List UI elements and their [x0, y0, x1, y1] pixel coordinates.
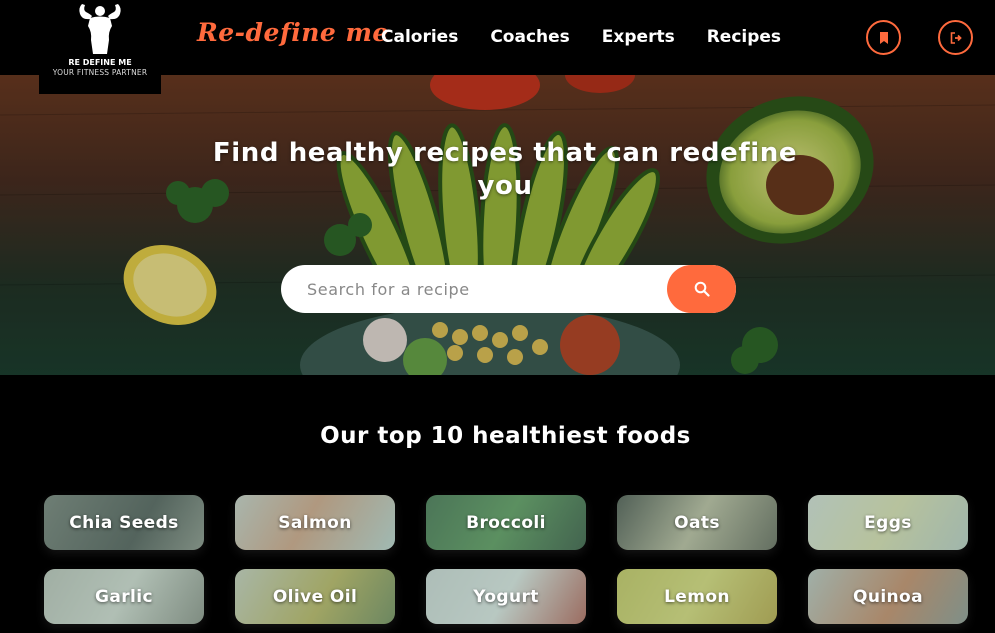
food-label: Lemon [664, 586, 730, 607]
food-label: Yogurt [473, 586, 539, 607]
main-nav: Calories Coaches Experts Recipes [381, 27, 813, 47]
recipe-search-input[interactable] [281, 265, 671, 313]
bodybuilder-icon [79, 4, 121, 54]
food-label: Garlic [95, 586, 153, 607]
site-logo[interactable]: RE DEFINE ME YOUR FITNESS PARTNER [39, 0, 161, 94]
search-button[interactable] [667, 265, 736, 313]
search-icon [694, 281, 710, 297]
recipe-search-bar [281, 265, 736, 313]
nav-coaches[interactable]: Coaches [490, 27, 569, 47]
bookmark-icon [879, 31, 888, 44]
food-card-broccoli[interactable]: Broccoli [426, 495, 586, 550]
food-card-chia-seeds[interactable]: Chia Seeds [44, 495, 204, 550]
bookmark-button[interactable] [866, 20, 901, 55]
food-label: Salmon [278, 512, 352, 533]
food-label: Oats [674, 512, 720, 533]
logout-icon [950, 31, 962, 44]
food-label: Chia Seeds [69, 512, 179, 533]
food-card-quinoa[interactable]: Quinoa [808, 569, 968, 624]
food-card-eggs[interactable]: Eggs [808, 495, 968, 550]
food-card-olive-oil[interactable]: Olive Oil [235, 569, 395, 624]
nav-recipes[interactable]: Recipes [707, 27, 781, 47]
food-card-yogurt[interactable]: Yogurt [426, 569, 586, 624]
food-card-lemon[interactable]: Lemon [617, 569, 777, 624]
brand-name[interactable]: Re-define me [197, 18, 389, 47]
food-label: Quinoa [852, 586, 924, 607]
food-label: Broccoli [466, 512, 546, 533]
nav-experts[interactable]: Experts [602, 27, 675, 47]
nav-calories[interactable]: Calories [381, 27, 458, 47]
hero-banner: Find healthy recipes that can redefine y… [0, 75, 995, 375]
food-card-garlic[interactable]: Garlic [44, 569, 204, 624]
food-label: Eggs [864, 512, 912, 533]
healthiest-foods-title: Our top 10 healthiest foods [320, 423, 691, 449]
food-card-oats[interactable]: Oats [617, 495, 777, 550]
top-navbar: RE DEFINE ME YOUR FITNESS PARTNER Re-def… [0, 0, 995, 94]
hero-title: Find healthy recipes that can redefine y… [212, 138, 798, 201]
food-card-salmon[interactable]: Salmon [235, 495, 395, 550]
logout-button[interactable] [938, 20, 973, 55]
logo-title: RE DEFINE ME [68, 58, 132, 67]
food-label: Olive Oil [272, 586, 358, 607]
logo-subtitle: YOUR FITNESS PARTNER [52, 68, 148, 77]
